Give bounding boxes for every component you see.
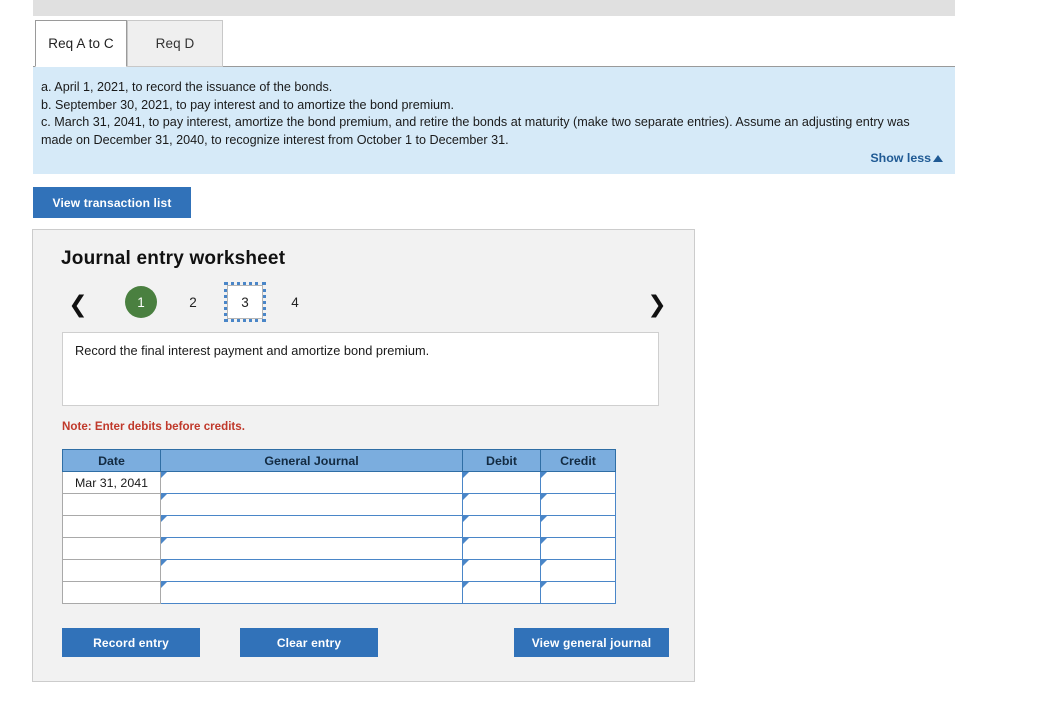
worksheet-pager: ❮ 1 2 3 4 ❯ [61, 282, 668, 326]
journal-entry-table: Date General Journal Debit Credit Mar 31… [62, 449, 616, 604]
cell-general-journal[interactable] [160, 559, 463, 582]
cell-debit[interactable] [462, 581, 541, 604]
cell-debit[interactable] [462, 537, 541, 560]
table-header-row: Date General Journal Debit Credit [62, 449, 616, 472]
pager-page-3-label: 3 [241, 294, 249, 310]
view-general-journal-button[interactable]: View general journal [514, 628, 669, 657]
tab-req-a-to-c-label: Req A to C [48, 36, 114, 51]
table-row [62, 515, 616, 538]
pager-page-4-label: 4 [291, 294, 299, 310]
table-row [62, 559, 616, 582]
pager-page-4[interactable]: 4 [279, 286, 311, 318]
tab-strip: Req A to C Req D [33, 20, 955, 68]
worksheet-prompt-box: Record the final interest payment and am… [62, 332, 659, 406]
column-header-date: Date [62, 449, 161, 472]
table-row [62, 581, 616, 604]
pager-page-2-label: 2 [189, 294, 197, 310]
cell-credit[interactable] [540, 515, 616, 538]
cell-date[interactable] [62, 537, 161, 560]
journal-entry-worksheet-panel: Journal entry worksheet ❮ 1 2 3 4 ❯ Reco… [32, 229, 695, 682]
pager-page-1-label: 1 [137, 294, 145, 310]
table-row: Mar 31, 2041 [62, 471, 616, 494]
cell-date[interactable] [62, 515, 161, 538]
cell-debit[interactable] [462, 559, 541, 582]
cell-date[interactable] [62, 581, 161, 604]
table-row [62, 537, 616, 560]
cell-general-journal[interactable] [160, 581, 463, 604]
instruction-line-c: c. March 31, 2041, to pay interest, amor… [41, 115, 910, 147]
cell-credit[interactable] [540, 493, 616, 516]
table-row [62, 493, 616, 516]
debits-before-credits-note: Note: Enter debits before credits. [62, 420, 245, 433]
cell-date[interactable] [62, 493, 161, 516]
worksheet-prompt-text: Record the final interest payment and am… [75, 343, 430, 358]
journal-table-body: Mar 31, 2041 [62, 471, 616, 604]
show-less-label: Show less [870, 151, 931, 165]
tab-req-a-to-c[interactable]: Req A to C [35, 20, 127, 67]
view-transaction-list-button[interactable]: View transaction list [33, 187, 191, 218]
pager-page-2[interactable]: 2 [177, 286, 209, 318]
chevron-right-icon[interactable]: ❯ [646, 289, 668, 321]
record-entry-button[interactable]: Record entry [62, 628, 200, 657]
cell-credit[interactable] [540, 537, 616, 560]
cell-date[interactable]: Mar 31, 2041 [62, 471, 161, 494]
caret-up-icon [933, 154, 943, 162]
instruction-line-a: a. April 1, 2021, to record the issuance… [41, 80, 333, 94]
cell-general-journal[interactable] [160, 471, 463, 494]
clear-entry-button[interactable]: Clear entry [240, 628, 378, 657]
top-toolbar-bar [33, 0, 955, 16]
show-less-link[interactable]: Show less [870, 151, 943, 165]
tab-req-d-label: Req D [155, 36, 195, 51]
cell-credit[interactable] [540, 581, 616, 604]
page-root: Req A to C Req D a. April 1, 2021, to re… [0, 0, 1046, 706]
tab-req-d[interactable]: Req D [127, 20, 223, 67]
column-header-debit: Debit [462, 449, 541, 472]
column-header-general-journal: General Journal [160, 449, 463, 472]
instruction-line-b: b. September 30, 2021, to pay interest a… [41, 97, 455, 112]
cell-general-journal[interactable] [160, 515, 463, 538]
cell-credit[interactable] [540, 471, 616, 494]
chevron-left-icon[interactable]: ❮ [67, 289, 89, 321]
pager-page-3[interactable]: 3 [224, 282, 266, 322]
cell-date[interactable] [62, 559, 161, 582]
worksheet-title: Journal entry worksheet [61, 248, 286, 269]
column-header-credit: Credit [540, 449, 616, 472]
pager-page-1[interactable]: 1 [125, 286, 157, 318]
instructions-panel: a. April 1, 2021, to record the issuance… [33, 66, 955, 174]
cell-general-journal[interactable] [160, 537, 463, 560]
cell-debit[interactable] [462, 515, 541, 538]
cell-credit[interactable] [540, 559, 616, 582]
cell-debit[interactable] [462, 493, 541, 516]
cell-general-journal[interactable] [160, 493, 463, 516]
cell-debit[interactable] [462, 471, 541, 494]
